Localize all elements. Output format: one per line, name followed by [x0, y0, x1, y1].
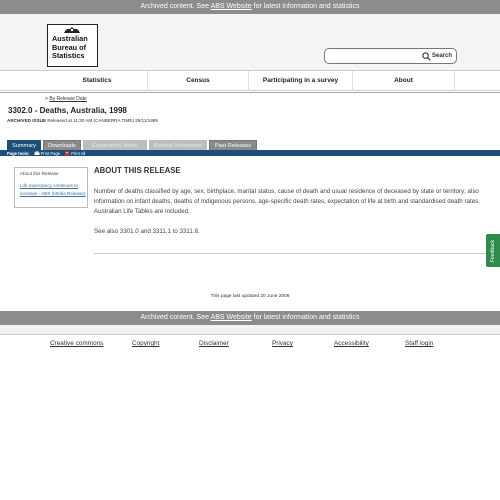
- archive-banner-bottom: Archived content. See ABS Website for la…: [0, 311, 500, 325]
- logo-text: Australian Bureau of Statistics: [52, 34, 88, 61]
- footer-link-staff-login[interactable]: Staff login: [405, 340, 433, 347]
- archive-banner-top: Archived content. See ABS Website for la…: [0, 0, 500, 14]
- nav-item-about[interactable]: About: [353, 71, 455, 91]
- archived-issue-label: ARCHIVED ISSUE: [7, 118, 47, 123]
- footer-link-accessibility[interactable]: Accessibility: [334, 340, 369, 347]
- search-icon: [422, 51, 431, 61]
- last-updated: This page last updated 20 June 2006: [210, 294, 290, 299]
- printer-icon: [34, 150, 40, 155]
- page-title: 3302.0 - Deaths, Australia, 1998: [8, 106, 127, 115]
- print-all-label: Print All: [71, 150, 86, 156]
- release-info: ARCHIVED ISSUE Released at 11:30 AM (CAN…: [7, 118, 158, 123]
- print-page-link[interactable]: Print Page: [34, 150, 61, 156]
- nav-divider: [0, 92, 500, 93]
- abs-logo[interactable]: Australian Bureau of Statistics: [47, 24, 98, 67]
- footer-link-disclaimer[interactable]: Disclaimer: [199, 340, 229, 347]
- footer-link-creative-commons[interactable]: Creative commons: [50, 340, 103, 347]
- sidebar-media-release-link[interactable]: Life expectancy continues to increase - …: [20, 182, 86, 198]
- sidebar-title: About this Release: [20, 171, 59, 176]
- print-all-link[interactable]: Print All: [64, 151, 85, 156]
- page-tools-label: Page tools:: [7, 150, 30, 156]
- archive-banner-text-after: for latest information and statistics: [251, 3, 360, 10]
- pdf-icon: [65, 150, 70, 156]
- logo-line-3: Statistics: [52, 51, 85, 61]
- nav-item-participating[interactable]: Participating in a survey: [249, 71, 353, 91]
- nav-item-census[interactable]: Census: [148, 71, 249, 91]
- footer-link-copyright[interactable]: Copyright: [132, 340, 159, 347]
- main-body-text: Number of deaths classified by age, sex,…: [94, 188, 480, 216]
- archive-banner-text-before: Archived content. See: [140, 3, 211, 10]
- primary-nav: Statistics Census Participating in a sur…: [0, 70, 500, 91]
- nav-item-statistics[interactable]: Statistics: [47, 71, 148, 91]
- abs-website-link[interactable]: ABS Website: [211, 3, 252, 10]
- feedback-label: Feedback: [490, 240, 496, 262]
- search-box: Search: [324, 48, 457, 64]
- search-button-label: Search: [432, 53, 453, 59]
- main-heading: ABOUT THIS RELEASE: [94, 166, 181, 175]
- see-also-text: See also 3301.0 and 3311.1 to 3311.8.: [94, 228, 200, 235]
- page-tools: Page tools: Print Page Print All: [7, 150, 89, 156]
- breadcrumb: > By Release Date: [45, 96, 87, 102]
- feedback-button[interactable]: Feedback: [486, 234, 500, 267]
- release-date-text: Released at 11:30 AM (CANBERRA TIME) 29/…: [46, 118, 158, 123]
- breadcrumb-link[interactable]: By Release Date: [49, 96, 87, 102]
- footer-link-privacy[interactable]: Privacy: [272, 340, 293, 347]
- footer-band: [0, 325, 500, 335]
- content-divider: [94, 253, 496, 254]
- footer-links: Creative commons Copyright Disclaimer Pr…: [0, 340, 500, 354]
- print-page-label: Print Page: [40, 150, 61, 156]
- sidebar-about-release: About this Release Life expectancy conti…: [14, 167, 88, 208]
- search-button[interactable]: Search: [422, 50, 456, 62]
- archive-banner-bottom-text-before: Archived content. See: [140, 314, 211, 321]
- archive-banner-bottom-text-after: for latest information and statistics: [251, 314, 360, 321]
- abs-website-link-bottom[interactable]: ABS Website: [211, 314, 252, 321]
- search-input[interactable]: [328, 51, 420, 61]
